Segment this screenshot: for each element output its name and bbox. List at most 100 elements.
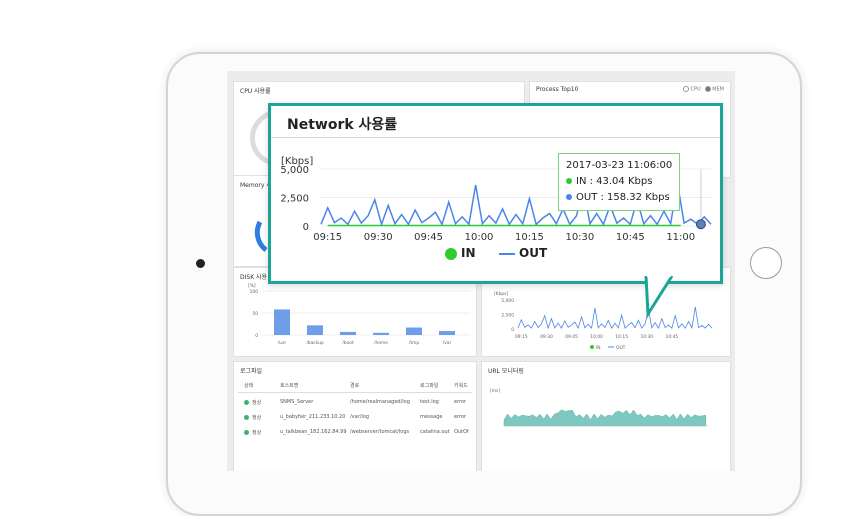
tooltip-out-text: OUT : 158.32 Kbps xyxy=(576,192,670,203)
row-status: 정상 xyxy=(244,429,261,436)
disk-x-label: /tmp xyxy=(409,340,419,346)
mini-legend-in: IN xyxy=(596,345,601,351)
x-tick-label: 09:30 xyxy=(364,232,393,240)
row-host: u_talkbean_182.162.84.99 xyxy=(280,429,347,435)
mini-x-tick: 10:45 xyxy=(666,334,679,340)
disk-bar xyxy=(307,325,323,335)
row-keyword: error xyxy=(454,414,466,420)
x-tick-label: 09:15 xyxy=(313,232,342,240)
disk-bar xyxy=(340,332,356,335)
header-keyword: 키워드 xyxy=(454,382,468,389)
header-status: 상태 xyxy=(244,382,253,389)
mini-x-tick: 10:15 xyxy=(615,334,628,340)
mini-out-line xyxy=(518,307,712,328)
mini-x-tick: 10:30 xyxy=(640,334,653,340)
disk-y-tick: 50 xyxy=(252,311,258,317)
mini-x-tick: 09:30 xyxy=(540,334,553,340)
legend-out-label: OUT xyxy=(519,246,547,260)
status-text: 정상 xyxy=(252,415,261,421)
row-status: 정상 xyxy=(244,414,261,421)
mem-radio-label: MEM xyxy=(712,87,724,93)
row-keyword: OutOf xyxy=(454,429,469,435)
disk-x-label: /var xyxy=(443,340,452,346)
mem-radio[interactable] xyxy=(705,86,711,92)
url-monitoring-chart: [ms] xyxy=(482,376,730,466)
mini-x-tick: 10:00 xyxy=(590,334,603,340)
row-status: 정상 xyxy=(244,399,261,406)
x-tick-label: 10:45 xyxy=(616,232,645,240)
header-host: 호스트명 xyxy=(280,382,298,389)
log-table-header: 상태 호스트명 경로 로그파일 키워드 xyxy=(240,382,472,390)
cpu-radio[interactable] xyxy=(683,86,689,92)
disk-x-label: /boot xyxy=(342,340,354,346)
x-tick-label: 11:00 xyxy=(666,232,695,240)
status-text: 정상 xyxy=(252,430,261,436)
popup-divider xyxy=(271,137,720,138)
cpu-radio-label: CPU xyxy=(690,87,700,93)
url-area xyxy=(504,410,706,426)
table-row[interactable]: 정상 u_talkbean_182.162.84.99 /webserver/t… xyxy=(240,429,472,437)
status-ok-icon xyxy=(244,415,249,420)
url-monitoring-card: URL 모니터링 [ms] xyxy=(481,361,731,471)
disk-x-label: /usr xyxy=(278,340,287,346)
tablet-home-button xyxy=(750,247,782,279)
table-row[interactable]: 정상 SNMS_Server /home/realmanaged/log tes… xyxy=(240,399,472,407)
x-tick-label: 10:00 xyxy=(465,232,494,240)
disk-bar xyxy=(373,333,389,335)
x-tick-label: 10:15 xyxy=(515,232,544,240)
disk-bar xyxy=(439,331,455,335)
disk-y-tick: 0 xyxy=(255,333,258,339)
disk-y-label: [%] xyxy=(248,283,256,289)
disk-y-tick: 100 xyxy=(250,289,259,295)
tooltip-in: IN : 43.04 Kbps xyxy=(566,176,652,187)
status-text: 정상 xyxy=(252,400,261,406)
tablet-camera xyxy=(196,259,205,268)
mini-y-tick: 5,000 xyxy=(501,298,514,304)
x-tick-label: 09:45 xyxy=(414,232,443,240)
status-ok-icon xyxy=(244,430,249,435)
url-y-label: [ms] xyxy=(490,388,500,394)
in-dot-icon xyxy=(566,178,572,184)
disk-bar xyxy=(274,309,290,335)
row-host: u_babyfair_211.233.10.20 xyxy=(280,414,345,420)
process-card-title: Process Top10 xyxy=(536,86,578,93)
process-toggle: CPU MEM xyxy=(683,86,724,93)
legend-in-icon xyxy=(445,248,457,260)
chart-tooltip: 2017-03-23 11:06:00 IN : 43.04 Kbps OUT … xyxy=(558,153,680,211)
legend-out-icon xyxy=(499,253,515,255)
y-tick-label: 0 xyxy=(303,222,309,233)
mini-x-tick: 09:15 xyxy=(515,334,528,340)
row-logfile: test.log xyxy=(420,399,439,405)
tooltip-in-text: IN : 43.04 Kbps xyxy=(576,176,652,187)
log-table-divider xyxy=(238,392,472,393)
mini-legend-out: OUT xyxy=(616,345,626,351)
hover-marker xyxy=(696,220,705,229)
row-logfile: catalina.out xyxy=(420,429,450,435)
disk-x-label: /backup xyxy=(306,340,324,346)
legend-in-label: IN xyxy=(461,246,476,260)
row-logfile: message xyxy=(420,414,442,420)
cpu-card-title: CPU 사용률 xyxy=(240,86,271,95)
header-path: 경로 xyxy=(350,382,359,389)
tooltip-out: OUT : 158.32 Kbps xyxy=(566,192,670,203)
log-file-title: 로그파일 xyxy=(240,366,262,375)
url-monitoring-title: URL 모니터링 xyxy=(488,366,524,375)
popup-title: Network 사용률 xyxy=(287,114,397,134)
mini-x-tick: 09:45 xyxy=(565,334,578,340)
table-row[interactable]: 정상 u_babyfair_211.233.10.20 /var/log mes… xyxy=(240,414,472,422)
status-ok-icon xyxy=(244,400,249,405)
row-host: SNMS_Server xyxy=(280,399,313,405)
mini-y-tick: 0 xyxy=(511,327,514,333)
log-file-card: 로그파일 상태 호스트명 경로 로그파일 키워드 정상 SNMS_Server … xyxy=(233,361,477,471)
mini-y-label: [Kbps] xyxy=(494,291,508,297)
header-logfile: 로그파일 xyxy=(420,382,438,389)
row-keyword: error xyxy=(454,399,466,405)
row-path: /var/log xyxy=(350,414,369,420)
legend-in[interactable]: IN xyxy=(445,246,476,260)
tooltip-time: 2017-03-23 11:06:00 xyxy=(566,160,672,171)
legend-out[interactable]: OUT xyxy=(499,246,547,260)
out-dot-icon xyxy=(566,194,572,200)
x-tick-label: 10:30 xyxy=(565,232,594,240)
disk-x-label: /home xyxy=(374,340,388,346)
y-tick-label: 2,500 xyxy=(280,194,309,205)
